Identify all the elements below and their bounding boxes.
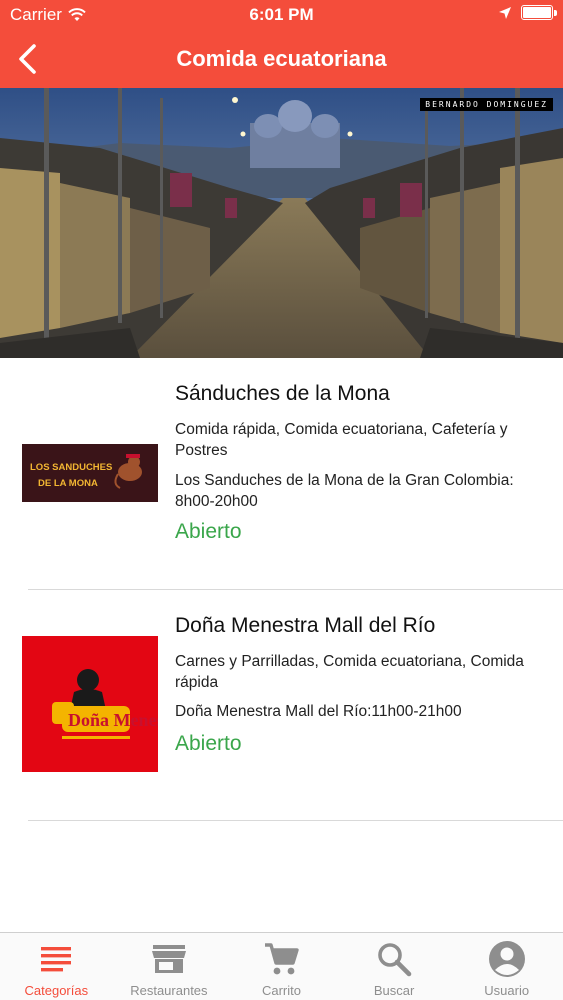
tab-usuario[interactable]: Usuario bbox=[450, 933, 563, 1000]
tab-restaurantes[interactable]: Restaurantes bbox=[113, 933, 226, 1000]
restaurant-name: Doña Menestra Mall del Río bbox=[175, 614, 436, 637]
status-bar: Carrier 6:01 PM bbox=[0, 0, 563, 30]
category-banner-image: BERNARDO DOMINGUEZ bbox=[0, 88, 563, 358]
restaurant-hours: Doña Menestra Mall del Río:11h00-21h00 bbox=[175, 703, 462, 720]
list-icon bbox=[41, 947, 72, 972]
battery-icon bbox=[521, 5, 557, 20]
restaurant-row[interactable]: LOS SANDUCHES DE LA MONA Sánduches de la… bbox=[0, 358, 563, 588]
top-bar: Carrier 6:01 PM Comida ecuatoriana bbox=[0, 0, 563, 88]
status-right bbox=[499, 5, 557, 20]
restaurant-categories: Carnes y Parrilladas, Comida ecuatoriana… bbox=[175, 653, 524, 691]
row-divider bbox=[28, 820, 563, 821]
tab-label: Carrito bbox=[261, 983, 301, 998]
tab-bar: Categorías Restaurantes Carrito Buscar U… bbox=[0, 932, 563, 1000]
tab-label: Categorías bbox=[24, 983, 89, 998]
restaurant-logo-text-line1: LOS SANDUCHES bbox=[30, 462, 112, 473]
tab-label: Usuario bbox=[484, 983, 530, 998]
nav-bar: Comida ecuatoriana bbox=[0, 30, 563, 88]
tab-carrito[interactable]: Carrito bbox=[225, 933, 338, 1000]
open-status: Abierto bbox=[175, 732, 242, 755]
cart-icon bbox=[265, 943, 300, 975]
restaurant-name: Sánduches de la Mona bbox=[175, 382, 390, 405]
user-icon bbox=[488, 941, 525, 977]
page-title: Comida ecuatoriana bbox=[176, 46, 387, 71]
store-icon bbox=[151, 945, 186, 973]
open-status: Abierto bbox=[175, 520, 242, 543]
tab-label: Buscar bbox=[373, 983, 415, 998]
restaurant-logo-text-line2: DE LA MONA bbox=[38, 478, 98, 489]
tab-label: Restaurantes bbox=[130, 983, 208, 998]
restaurant-hours: Los Sanduches de la Mona de la Gran Colo… bbox=[175, 472, 514, 510]
restaurant-logo: LOS SANDUCHES DE LA MONA bbox=[22, 444, 158, 502]
restaurant-logo-text: Doña Menestra bbox=[68, 710, 158, 730]
search-icon bbox=[378, 943, 412, 977]
restaurant-row[interactable]: Doña Menestra Doña Menestra Mall del Río… bbox=[0, 590, 563, 820]
restaurant-logo: Doña Menestra bbox=[22, 636, 186, 772]
location-arrow-icon bbox=[499, 6, 511, 19]
restaurant-categories: Comida rápida, Comida ecuatoriana, Cafet… bbox=[175, 421, 508, 459]
status-time: 6:01 PM bbox=[249, 5, 314, 24]
tab-categorias[interactable]: Categorías bbox=[0, 933, 113, 1000]
photo-credit: BERNARDO DOMINGUEZ bbox=[420, 98, 553, 111]
tab-buscar[interactable]: Buscar bbox=[338, 933, 451, 1000]
